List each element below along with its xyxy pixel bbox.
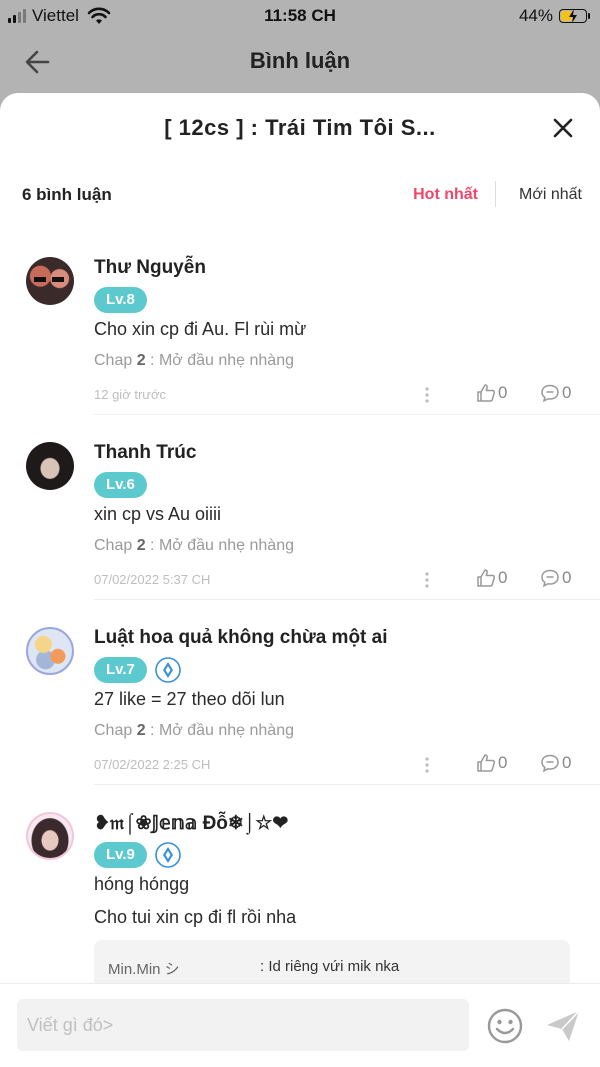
diamond-badge-icon [155,657,181,683]
like-button[interactable]: 0 [476,753,507,773]
chapter-link[interactable]: Chap 2 : Mở đầu nhẹ nhàng [94,352,294,370]
more-icon[interactable] [424,757,430,773]
chapter-title: : Mở đầu nhẹ nhàng [145,352,294,369]
chapter-link[interactable]: Chap 2 : Mở đầu nhẹ nhàng [94,722,294,740]
comment-text: 27 like = 27 theo dõi lun [94,689,285,709]
sort-newest-tab[interactable]: Mới nhất [519,186,582,204]
timestamp: 07/02/2022 2:25 CH [94,757,211,772]
chat-bubble-icon [541,569,559,588]
chapter-title: : Mở đầu nhẹ nhàng [145,537,294,554]
level-badge: Lv.6 [94,472,147,498]
chapter-prefix: Chap [94,537,137,554]
username[interactable]: Thanh Trúc [94,442,196,464]
comment-item: Luật hoa quả không chừa một ai Lv.7 27 l… [0,627,600,797]
send-icon[interactable] [544,1008,582,1044]
sort-row: 6 bình luận Hot nhất Mới nhất [0,181,600,213]
divider [94,599,600,600]
reply-button[interactable]: 0 [540,753,571,773]
status-bar: Viettel 11:58 CH 44% [0,0,600,32]
battery-percent: 44% [518,6,553,25]
level-badge: Lv.7 [94,657,147,683]
comment-count: 6 bình luận [22,185,112,204]
avatar[interactable] [26,812,74,860]
like-button[interactable]: 0 [476,568,507,588]
battery-icon [559,9,590,23]
comment-item: Thư Nguyễn Lv.8 Cho xin cp đi Au. Fl rùi… [0,257,600,427]
reply-count: 0 [562,383,572,402]
comment-item: Thanh Trúc Lv.6 xin cp vs Au oiiii Chap … [0,442,600,612]
page-title: Bình luận [249,48,351,73]
chapter-title: : Mở đầu nhẹ nhàng [145,722,294,739]
divider [94,414,600,415]
divider [94,784,600,785]
story-title: [ 12cs ] : Trái Tim Tôi S... [164,115,436,140]
emoji-icon[interactable] [486,1007,524,1045]
chat-bubble-icon [541,754,559,773]
like-count: 0 [498,383,508,402]
chapter-number: 2 [136,722,146,739]
avatar[interactable] [26,257,74,305]
chapter-prefix: Chap [94,722,137,739]
comment-text: Cho xin cp đi Au. Fl rùi mừ [94,319,307,339]
comment-text: hóng hóngg [94,874,190,894]
reply-button[interactable]: 0 [540,568,571,588]
timestamp: 12 giờ trước [94,387,166,402]
more-icon[interactable] [424,572,430,588]
clock: 11:58 CH [264,6,336,25]
chapter-number: 2 [136,537,146,554]
avatar[interactable] [26,627,74,675]
chapter-prefix: Chap [94,352,137,369]
battery: 44% [519,6,590,26]
sheet-header: [ 12cs ] : Trái Tim Tôi S... [0,93,600,163]
level-badge: Lv.8 [94,287,147,313]
chapter-link[interactable]: Chap 2 : Mở đầu nhẹ nhàng [94,537,294,555]
thumbs-up-icon [477,754,496,772]
sort-hot-tab[interactable]: Hot nhất [413,186,478,204]
reply-count: 0 [562,568,572,587]
reply-button[interactable]: 0 [540,383,571,403]
username[interactable]: ❥𝔪⌠❀𝕁𝕖𝕟𝕒 Đỗ❄⌡☆❤ [94,812,288,835]
comment-input[interactable] [17,999,469,1051]
like-count: 0 [498,753,508,772]
diamond-badge-icon [155,842,181,868]
username[interactable]: Luật hoa quả không chừa một ai [94,627,388,649]
divider [495,181,496,207]
like-button[interactable]: 0 [476,383,507,403]
avatar[interactable] [26,442,74,490]
comment-text: xin cp vs Au oiiii [94,504,222,524]
like-count: 0 [498,568,508,587]
thumbs-up-icon [477,384,496,402]
more-icon[interactable] [424,387,430,403]
chapter-number: 2 [136,352,146,369]
level-badge: Lv.9 [94,842,147,868]
reply-username: Min.Min シ [108,961,180,978]
nav-bar: Bình luận [0,32,600,92]
reply-text: : Id riêng vứi mik nka [260,958,400,975]
comments-sheet: [ 12cs ] : Trái Tim Tôi S... 6 bình luận… [0,93,600,1067]
comment-item: ❥𝔪⌠❀𝕁𝕖𝕟𝕒 Đỗ❄⌡☆❤ Lv.9 hóng hóngg Cho tui … [0,812,600,1000]
close-icon[interactable] [550,115,576,141]
thumbs-up-icon [477,569,496,587]
username[interactable]: Thư Nguyễn [94,257,206,279]
timestamp: 07/02/2022 5:37 CH [94,572,211,587]
reply-count: 0 [562,753,572,772]
comment-text-line-2: Cho tui xin cp đi fl rồi nha [94,907,297,927]
comment-input-bar [0,983,600,1067]
chat-bubble-icon [541,384,559,403]
